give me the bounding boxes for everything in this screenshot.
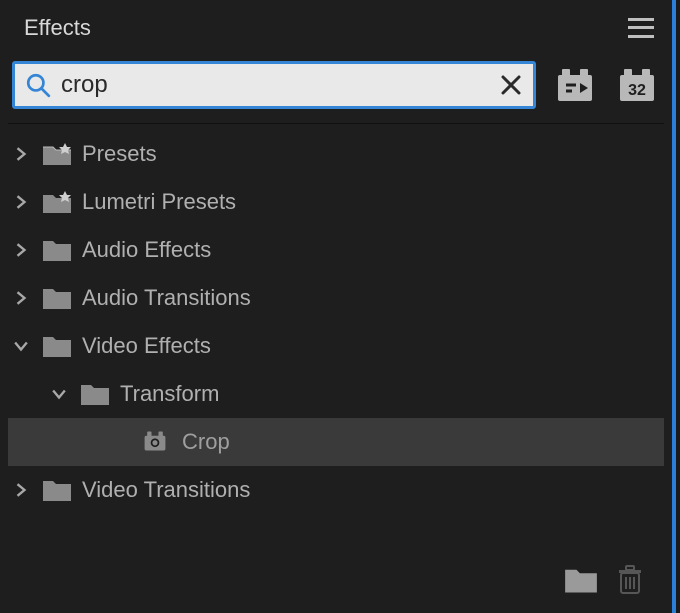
tree-item-label: Audio Effects [82,237,211,263]
tree-item-label: Presets [82,141,157,167]
tree-item-transform[interactable]: Transform [8,370,664,418]
clear-search-button[interactable] [499,73,523,97]
folder-icon [42,237,72,263]
tree-item-lumetri-presets[interactable]: Lumetri Presets [8,178,664,226]
search-box[interactable] [12,61,536,109]
effects-tree: Presets Lumetri Presets Audio Effects [0,126,672,514]
tree-item-presets[interactable]: Presets [8,130,664,178]
delete-button[interactable] [616,565,650,595]
separator [8,123,664,124]
preset-folder-icon [42,141,72,167]
tree-item-label: Crop [182,429,230,455]
panel-title: Effects [24,15,91,41]
folder-icon [42,477,72,503]
folder-icon [42,285,72,311]
tree-item-crop[interactable]: Crop [8,418,664,466]
folder-icon [80,381,110,407]
search-row: 32 [0,55,672,123]
chevron-right-icon [14,193,32,211]
tree-item-label: Video Effects [82,333,211,359]
effects-panel: Effects [0,0,676,613]
panel-header: Effects [0,0,672,55]
chevron-down-icon [52,385,70,403]
tree-item-label: Video Transitions [82,477,250,503]
panel-menu-button[interactable] [628,18,654,38]
chevron-right-icon [14,241,32,259]
chevron-right-icon [14,481,32,499]
chevron-right-icon [14,289,32,307]
tree-item-label: Transform [120,381,219,407]
search-input[interactable] [61,71,499,99]
tree-item-audio-effects[interactable]: Audio Effects [8,226,664,274]
svg-text:32: 32 [628,82,646,99]
tree-item-label: Lumetri Presets [82,189,236,215]
tree-item-audio-transitions[interactable]: Audio Transitions [8,274,664,322]
preset-folder-icon [42,189,72,215]
yuv-preset-button[interactable]: 32 [614,63,660,107]
tree-item-label: Audio Transitions [82,285,251,311]
chevron-right-icon [14,145,32,163]
effect-icon [142,429,172,455]
new-bin-button[interactable] [564,565,598,595]
panel-footer [564,565,650,595]
search-icon [25,72,51,98]
tree-item-video-transitions[interactable]: Video Transitions [8,466,664,514]
tree-item-video-effects[interactable]: Video Effects [8,322,664,370]
chevron-down-icon [14,337,32,355]
animation-preset-button[interactable] [552,63,598,107]
folder-icon [42,333,72,359]
